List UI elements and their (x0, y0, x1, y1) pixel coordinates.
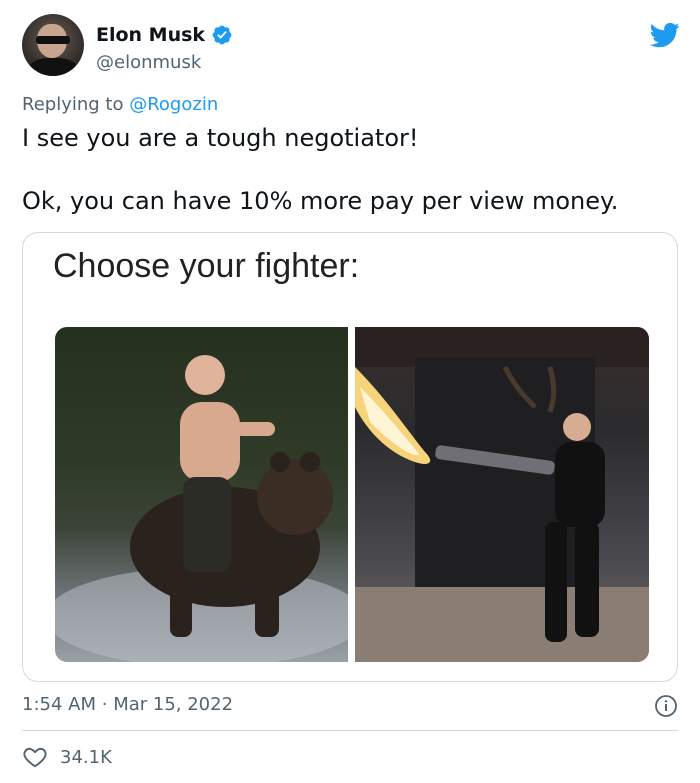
tweet-line-1: I see you are a tough negotiator! (22, 124, 419, 152)
tweet-date: Mar 15, 2022 (113, 694, 234, 715)
divider (22, 730, 678, 731)
avatar-shirt (28, 58, 78, 76)
tweet-header: Elon Musk @elonmusk (22, 14, 682, 84)
reply-mention-link[interactable]: @Rogozin (129, 94, 218, 115)
timestamp-separator: · (101, 694, 108, 715)
photo-rider-on-bear (55, 327, 348, 662)
display-name[interactable]: Elon Musk (96, 24, 205, 46)
media-caption: Choose your fighter: (53, 247, 360, 285)
replying-prefix: Replying to (22, 94, 124, 115)
tweet-line-2: Ok, you can have 10% more pay per view m… (22, 187, 619, 215)
like-action[interactable]: 34.1K (22, 744, 112, 770)
photo-right-illustration (355, 327, 649, 662)
media-card[interactable]: Choose your fighter: (22, 232, 678, 682)
avatar[interactable] (22, 14, 84, 76)
avatar-sunglasses (36, 36, 70, 44)
replying-to-line: Replying to @Rogozin (22, 94, 218, 115)
photo-left-illustration (55, 355, 348, 662)
photo-flamethrower (355, 327, 649, 662)
like-count: 34.1K (60, 746, 112, 768)
name-row: Elon Musk (96, 24, 233, 46)
tweet-time: 1:54 AM (22, 694, 96, 715)
tweet-text: I see you are a tough negotiator! Ok, yo… (22, 122, 678, 218)
twitter-bird-icon[interactable] (648, 20, 682, 50)
heart-icon[interactable] (22, 744, 48, 770)
info-icon[interactable] (654, 694, 678, 718)
verified-badge-icon (212, 25, 232, 45)
tweet-timestamp[interactable]: 1:54 AM · Mar 15, 2022 (22, 694, 233, 715)
media-divider (348, 327, 355, 662)
handle[interactable]: @elonmusk (96, 52, 201, 73)
